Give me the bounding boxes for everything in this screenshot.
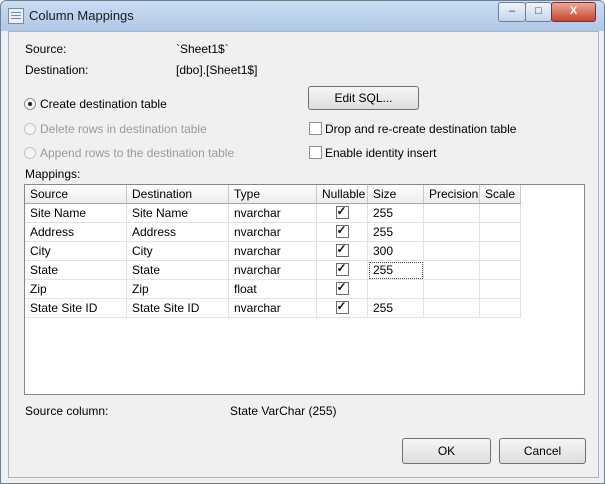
mappings-grid[interactable]: Source Destination Type Nullable Size Pr… — [24, 184, 585, 395]
drop-recreate-checkbox[interactable] — [309, 122, 322, 135]
cell-type[interactable]: nvarchar — [228, 203, 317, 223]
col-header-size[interactable]: Size — [367, 185, 424, 204]
edit-sql-button[interactable]: Edit SQL... — [308, 86, 419, 110]
col-header-scale[interactable]: Scale — [479, 185, 521, 204]
nullable-checkbox[interactable] — [335, 261, 349, 276]
cell-source[interactable]: Address — [25, 222, 127, 242]
cell-precision[interactable] — [423, 222, 480, 242]
col-header-destination[interactable]: Destination — [126, 185, 229, 204]
cell-source[interactable]: City — [25, 241, 127, 261]
cell-size[interactable]: 300 — [367, 241, 424, 261]
cell-precision[interactable] — [423, 241, 480, 261]
grid-header-row: Source Destination Type Nullable Size Pr… — [25, 185, 521, 204]
nullable-checkbox[interactable] — [335, 223, 349, 238]
cell-scale[interactable] — [479, 279, 521, 299]
table-row[interactable]: City City nvarchar 300 — [25, 241, 521, 261]
drop-recreate-label[interactable]: Drop and re-create destination table — [325, 122, 516, 136]
column-mappings-dialog: Column Mappings – □ X Source: `Sheet1$` … — [0, 0, 605, 484]
cell-type[interactable]: nvarchar — [228, 241, 317, 261]
cell-nullable[interactable] — [316, 241, 368, 261]
mappings-label: Mappings: — [25, 167, 81, 181]
table-row[interactable]: State Site ID State Site ID nvarchar 255 — [25, 298, 521, 318]
delete-rows-radio[interactable] — [24, 123, 36, 135]
source-column-label: Source column: — [25, 404, 109, 418]
source-label: Source: — [25, 42, 67, 56]
cell-nullable[interactable] — [316, 222, 368, 242]
cell-type[interactable]: nvarchar — [228, 298, 317, 318]
identity-insert-label: Enable identity insert — [325, 146, 437, 160]
title-bar: Column Mappings – □ X — [1, 1, 604, 31]
col-header-precision[interactable]: Precision — [423, 185, 480, 204]
dialog-icon — [8, 8, 24, 24]
cell-destination[interactable]: Site Name — [126, 203, 229, 223]
cell-type[interactable]: nvarchar — [228, 222, 317, 242]
nullable-checkbox[interactable] — [335, 242, 349, 257]
source-value: `Sheet1$` — [176, 42, 229, 56]
ok-button[interactable]: OK — [402, 438, 491, 464]
dialog-title: Column Mappings — [29, 8, 134, 23]
cell-destination[interactable]: Address — [126, 222, 229, 242]
cell-scale[interactable] — [479, 260, 521, 280]
col-header-nullable[interactable]: Nullable — [316, 185, 368, 204]
cell-nullable[interactable] — [316, 260, 368, 280]
cell-precision[interactable] — [423, 203, 480, 223]
cell-destination[interactable]: City — [126, 241, 229, 261]
table-row[interactable]: State State nvarchar 255 — [25, 260, 521, 280]
cell-size-selected[interactable]: 255 — [367, 260, 424, 280]
table-row[interactable]: Site Name Site Name nvarchar 255 — [25, 203, 521, 223]
cell-scale[interactable] — [479, 298, 521, 318]
maximize-button[interactable]: □ — [525, 2, 552, 22]
cell-size[interactable] — [367, 279, 424, 299]
dialog-body: Source: `Sheet1$` Destination: [dbo].[Sh… — [8, 31, 599, 478]
cell-size[interactable]: 255 — [367, 203, 424, 223]
append-rows-radio[interactable] — [24, 147, 36, 159]
cell-type[interactable]: float — [228, 279, 317, 299]
cancel-button[interactable]: Cancel — [499, 438, 586, 464]
delete-rows-label[interactable]: Delete rows in destination table — [40, 122, 207, 136]
table-row[interactable]: Address Address nvarchar 255 — [25, 222, 521, 242]
nullable-checkbox[interactable] — [335, 299, 349, 314]
destination-label: Destination: — [25, 63, 89, 77]
identity-insert-checkbox[interactable] — [309, 146, 322, 159]
cell-nullable[interactable] — [316, 203, 368, 223]
cell-nullable[interactable] — [316, 298, 368, 318]
cell-scale[interactable] — [479, 203, 521, 223]
append-rows-label[interactable]: Append rows to the destination table — [40, 146, 234, 160]
cell-destination[interactable]: State — [126, 260, 229, 280]
source-column-value: State VarChar (255) — [230, 404, 337, 418]
nullable-checkbox[interactable] — [335, 280, 349, 295]
cell-precision[interactable] — [423, 298, 480, 318]
col-header-source[interactable]: Source — [25, 185, 127, 204]
cell-precision[interactable] — [423, 279, 480, 299]
cell-source[interactable]: Zip — [25, 279, 127, 299]
cell-source[interactable]: State — [25, 260, 127, 280]
nullable-checkbox[interactable] — [335, 204, 349, 219]
cell-scale[interactable] — [479, 222, 521, 242]
table-row[interactable]: Zip Zip float — [25, 279, 521, 299]
cell-size[interactable]: 255 — [367, 222, 424, 242]
cell-source[interactable]: State Site ID — [25, 298, 127, 318]
cell-type[interactable]: nvarchar — [228, 260, 317, 280]
minimize-button[interactable]: – — [498, 2, 526, 22]
create-table-radio[interactable] — [24, 98, 36, 110]
cell-destination[interactable]: Zip — [126, 279, 229, 299]
destination-value: [dbo].[Sheet1$] — [176, 63, 258, 77]
create-table-label[interactable]: Create destination table — [40, 97, 167, 111]
cell-precision[interactable] — [423, 260, 480, 280]
cell-nullable[interactable] — [316, 279, 368, 299]
col-header-type[interactable]: Type — [228, 185, 317, 204]
mappings-table: Source Destination Type Nullable Size Pr… — [25, 185, 521, 318]
cell-size[interactable]: 255 — [367, 298, 424, 318]
close-button[interactable]: X — [551, 2, 596, 22]
cell-destination[interactable]: State Site ID — [126, 298, 229, 318]
cell-scale[interactable] — [479, 241, 521, 261]
cell-source[interactable]: Site Name — [25, 203, 127, 223]
